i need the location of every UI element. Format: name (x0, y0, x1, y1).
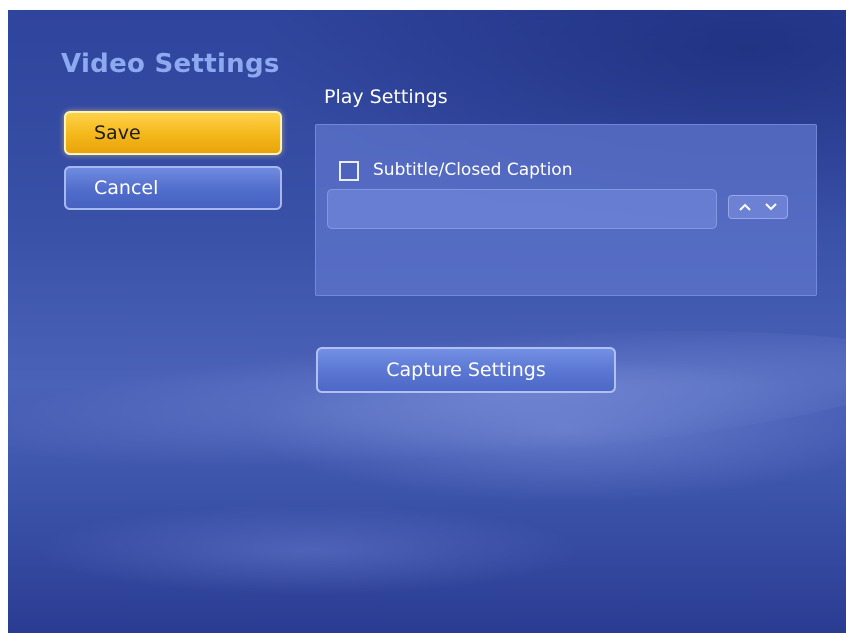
play-settings-panel: Subtitle/Closed Caption (315, 124, 817, 296)
capture-settings-button[interactable]: Capture Settings (316, 347, 616, 393)
subtitle-checkbox-label[interactable]: Subtitle/Closed Caption (373, 160, 572, 180)
save-button[interactable]: Save (64, 111, 282, 155)
chevron-down-icon (765, 203, 777, 211)
chevron-up-icon (739, 203, 751, 211)
spinner-down-button[interactable] (760, 198, 782, 216)
subtitle-checkbox[interactable] (339, 161, 359, 181)
cancel-button[interactable]: Cancel (64, 166, 282, 210)
page-title: Video Settings (61, 49, 280, 79)
spinner-up-button[interactable] (734, 198, 756, 216)
subtitle-spinner (728, 195, 788, 219)
background-light-wash (8, 305, 846, 495)
subtitle-selection-field[interactable] (327, 189, 717, 229)
video-settings-screen: Video Settings Save Cancel Play Settings… (8, 10, 846, 633)
play-settings-title: Play Settings (324, 86, 448, 108)
